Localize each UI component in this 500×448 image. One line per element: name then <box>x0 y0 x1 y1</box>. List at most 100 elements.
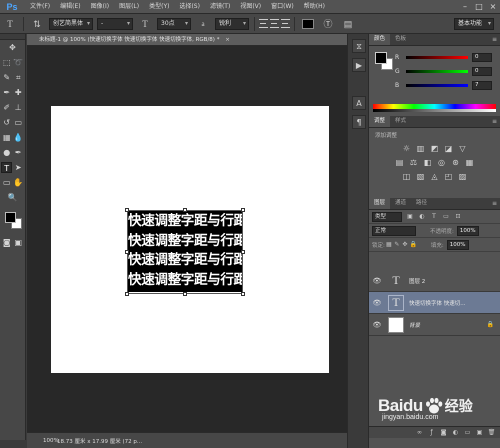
color-spectrum[interactable] <box>373 104 496 112</box>
tab-color[interactable]: 颜色 <box>369 34 391 45</box>
lock-position-icon[interactable]: ✥ <box>402 241 408 248</box>
visibility-eye-icon[interactable]: 👁 <box>372 299 382 307</box>
transform-bounding-box[interactable] <box>125 208 245 296</box>
history-brush-icon[interactable]: ↺ <box>1 117 12 128</box>
character-panel-icon[interactable]: ▤ <box>341 17 355 31</box>
zoom-level[interactable]: 100% <box>27 438 59 444</box>
antialias-select[interactable]: 锐利 ▾ <box>215 17 249 30</box>
menu-file[interactable]: 文件(F) <box>25 0 55 14</box>
layer-name[interactable]: 图层 2 <box>409 277 487 285</box>
panel-menu-icon[interactable]: ≡ <box>492 34 497 45</box>
align-center-icon[interactable] <box>270 19 279 28</box>
tab-swatches[interactable]: 色板 <box>390 34 411 45</box>
history-icon[interactable]: ⧖ <box>352 39 366 53</box>
invert-icon[interactable]: ◫ <box>402 172 412 182</box>
layer-name[interactable]: 背景 <box>409 321 487 329</box>
path-select-icon[interactable]: ➤ <box>13 162 24 173</box>
lock-all-icon[interactable]: 🔒 <box>410 241 417 248</box>
vibrance-icon[interactable]: ▽ <box>458 144 468 154</box>
slider-track[interactable] <box>406 83 468 87</box>
menu-layer[interactable]: 图层(L) <box>114 0 144 14</box>
blur-tool-icon[interactable]: 💧 <box>13 132 24 143</box>
document-tab[interactable]: 未标题-1 @ 100% (快速切换字体 快速切换字体 快速切换字体, RGB/… <box>27 34 367 46</box>
pen-tool-icon[interactable]: ✒ <box>13 147 24 158</box>
transform-handle[interactable] <box>183 208 187 212</box>
photo-filter-icon[interactable]: ◎ <box>437 158 447 168</box>
blue-slider[interactable]: B 7 <box>395 80 497 90</box>
tab-layers[interactable]: 图层 <box>369 198 391 209</box>
lock-pixels-icon[interactable]: ✎ <box>394 241 400 248</box>
type-tool-icon[interactable]: T <box>3 17 17 31</box>
slider-track[interactable] <box>406 69 468 73</box>
channel-mixer-icon[interactable]: ⊛ <box>451 158 461 168</box>
eraser-icon[interactable]: ▭ <box>13 117 24 128</box>
adjustment-filter-icon[interactable]: ◐ <box>418 213 426 221</box>
quick-select-icon[interactable]: ✎ <box>1 72 12 83</box>
slider-value[interactable]: 7 <box>472 80 492 90</box>
color-balance-icon[interactable]: ⚖ <box>409 158 419 168</box>
menu-view[interactable]: 视图(V) <box>235 0 266 14</box>
type-filter-icon[interactable]: T <box>430 213 438 221</box>
visibility-eye-icon[interactable]: 👁 <box>372 321 382 329</box>
menu-select[interactable]: 选择(S) <box>174 0 205 14</box>
foreground-color[interactable] <box>375 52 387 64</box>
threshold-icon[interactable]: ◬ <box>430 172 440 182</box>
menu-edit[interactable]: 编辑(E) <box>55 0 85 14</box>
slider-value[interactable]: 0 <box>472 52 492 62</box>
actions-icon[interactable]: ▶ <box>352 58 366 72</box>
character-icon[interactable]: A <box>352 96 366 110</box>
minimize-button[interactable]: – <box>458 0 472 14</box>
levels-icon[interactable]: ▥ <box>416 144 426 154</box>
document-info[interactable]: 18.73 厘米 x 17.99 厘米 (72 p... <box>57 437 142 445</box>
fill-input[interactable]: 100% <box>446 239 469 250</box>
panel-menu-icon[interactable]: ≡ <box>492 198 497 209</box>
menu-type[interactable]: 类型(Y) <box>144 0 174 14</box>
tab-paths[interactable]: 路径 <box>411 198 432 209</box>
align-right-icon[interactable] <box>281 19 290 28</box>
eyedropper-icon[interactable]: ✒ <box>1 87 12 98</box>
quick-mask-icon[interactable]: ◙ <box>1 237 12 248</box>
transform-handle[interactable] <box>241 292 245 296</box>
lasso-tool-icon[interactable]: ➰ <box>13 57 24 68</box>
align-left-icon[interactable] <box>259 19 268 28</box>
text-orientation-icon[interactable]: ⇅ <box>30 17 44 31</box>
brush-tool-icon[interactable]: ✐ <box>1 102 12 113</box>
color-lookup-icon[interactable]: ▦ <box>465 158 475 168</box>
menu-filter[interactable]: 滤镜(T) <box>205 0 235 14</box>
tab-styles[interactable]: 样式 <box>390 116 411 127</box>
hand-tool-icon[interactable]: ✋ <box>13 177 24 188</box>
close-button[interactable]: × <box>486 0 500 14</box>
slider-track[interactable] <box>406 55 468 59</box>
menu-image[interactable]: 图像(I) <box>86 0 114 14</box>
layer-row[interactable]: 👁 T 快速切换字体 快速切... <box>369 292 500 314</box>
workspace-select[interactable]: 基本功能 ▾ <box>454 17 494 30</box>
maximize-button[interactable]: □ <box>472 0 486 14</box>
crop-tool-icon[interactable]: ⌗ <box>13 72 24 83</box>
warp-text-icon[interactable]: Ⓣ <box>321 17 335 31</box>
screen-mode-icon[interactable]: ▣ <box>13 237 24 248</box>
close-icon[interactable]: × <box>225 37 230 43</box>
transform-handle[interactable] <box>125 208 129 212</box>
exposure-icon[interactable]: ◪ <box>444 144 454 154</box>
transform-handle[interactable] <box>241 208 245 212</box>
menu-window[interactable]: 窗口(W) <box>266 0 299 14</box>
marquee-tool-icon[interactable]: ⬚ <box>1 57 12 68</box>
visibility-eye-icon[interactable]: 👁 <box>372 277 382 285</box>
healing-brush-icon[interactable]: ✚ <box>13 87 24 98</box>
transform-handle[interactable] <box>241 250 245 254</box>
font-family-select[interactable]: 创艺简黑体 ▾ <box>49 17 93 30</box>
green-slider[interactable]: G 0 <box>395 66 497 76</box>
layer-row[interactable]: 👁 T 图层 2 <box>369 270 500 292</box>
layer-name[interactable]: 快速切换字体 快速切... <box>409 299 487 307</box>
brightness-icon[interactable]: ☼ <box>402 144 412 154</box>
move-tool-icon[interactable]: ✥ <box>7 42 18 53</box>
blend-mode-select[interactable]: 正常 <box>372 225 416 236</box>
layer-row[interactable]: 👁 背景 🔒 <box>369 314 500 336</box>
zoom-tool-icon[interactable]: 🔍 <box>7 192 18 203</box>
red-slider[interactable]: R 0 <box>395 52 497 62</box>
rectangle-tool-icon[interactable]: ▭ <box>1 177 12 188</box>
dodge-tool-icon[interactable]: ● <box>1 147 12 158</box>
hue-saturation-icon[interactable]: ▤ <box>395 158 405 168</box>
text-color-swatch[interactable] <box>302 18 314 29</box>
paragraph-icon[interactable]: ¶ <box>352 115 366 129</box>
